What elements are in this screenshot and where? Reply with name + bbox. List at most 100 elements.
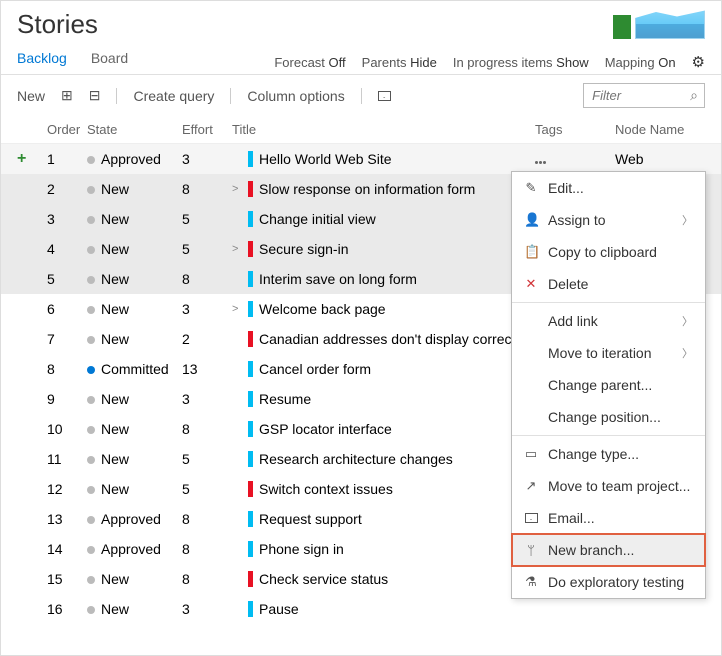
cell-title[interactable]: Hello World Web Site xyxy=(232,151,535,167)
type-bar xyxy=(248,601,253,617)
col-tags[interactable]: Tags xyxy=(535,122,615,137)
menu-email[interactable]: Email... xyxy=(512,502,705,534)
col-order[interactable]: Order xyxy=(47,122,87,137)
branch-icon: ᛘ xyxy=(524,543,538,558)
mapping-toggle[interactable]: Mapping On xyxy=(605,55,676,70)
filter-input[interactable] xyxy=(584,84,684,107)
column-options-button[interactable]: Column options xyxy=(247,88,344,104)
type-bar xyxy=(248,511,253,527)
cell-order: 8 xyxy=(47,361,87,377)
cell-node: Web xyxy=(615,151,705,167)
menu-assign[interactable]: 👤Assign to〉 xyxy=(512,204,705,236)
cell-title[interactable]: GSP locator interface xyxy=(232,421,535,437)
new-button[interactable]: New xyxy=(17,88,45,104)
menu-move-project[interactable]: ↗Move to team project... xyxy=(512,470,705,502)
type-bar xyxy=(248,421,253,437)
context-menu: ✎Edit... 👤Assign to〉 📋Copy to clipboard … xyxy=(511,171,706,599)
table-row[interactable]: +1Approved3Hello World Web SiteWeb xyxy=(1,144,721,174)
cell-title[interactable]: Interim save on long form xyxy=(232,271,535,287)
cell-state: New xyxy=(87,391,182,407)
menu-copy[interactable]: 📋Copy to clipboard xyxy=(512,236,705,268)
menu-new-branch[interactable]: ᛘNew branch... xyxy=(512,534,705,566)
cell-title[interactable]: >Welcome back page xyxy=(232,301,535,317)
cell-effort: 8 xyxy=(182,271,232,287)
cell-state: New xyxy=(87,601,182,617)
cell-state: New xyxy=(87,241,182,257)
inprogress-toggle[interactable]: In progress items Show xyxy=(453,55,589,70)
cell-title[interactable]: Request support xyxy=(232,511,535,527)
cell-effort: 3 xyxy=(182,391,232,407)
tab-backlog[interactable]: Backlog xyxy=(17,50,67,74)
cell-title[interactable]: >Slow response on information form xyxy=(232,181,535,197)
cell-state: New xyxy=(87,421,182,437)
create-query-button[interactable]: Create query xyxy=(133,88,214,104)
cell-order: 2 xyxy=(47,181,87,197)
cell-title[interactable]: Research architecture changes xyxy=(232,451,535,467)
cell-title[interactable]: Canadian addresses don't display correct… xyxy=(232,331,535,347)
email-icon[interactable] xyxy=(378,88,391,104)
expand-icon[interactable]: ⊞ xyxy=(61,87,73,104)
type-bar xyxy=(248,541,253,557)
cell-title[interactable]: Pause xyxy=(232,601,535,617)
cell-order: 16 xyxy=(47,601,87,617)
cell-effort: 5 xyxy=(182,451,232,467)
pencil-icon: ✎ xyxy=(524,180,538,196)
cell-effort: 8 xyxy=(182,181,232,197)
collapse-icon[interactable]: ⊟ xyxy=(89,87,101,104)
menu-change-position[interactable]: Change position... xyxy=(512,401,705,433)
col-effort[interactable]: Effort xyxy=(182,122,232,137)
type-bar xyxy=(248,481,253,497)
more-icon[interactable] xyxy=(535,161,546,164)
cell-title[interactable]: Resume xyxy=(232,391,535,407)
chevron-right-icon: 〉 xyxy=(682,313,693,329)
cell-effort: 3 xyxy=(182,301,232,317)
cell-order: 4 xyxy=(47,241,87,257)
person-icon: 👤 xyxy=(524,212,538,228)
col-node[interactable]: Node Name xyxy=(615,122,705,137)
move-project-icon: ↗ xyxy=(524,478,538,494)
cell-state: Committed xyxy=(87,361,182,377)
tab-board[interactable]: Board xyxy=(91,50,128,74)
grid-header: Order State Effort Title Tags Node Name xyxy=(1,116,721,144)
cell-order: 13 xyxy=(47,511,87,527)
menu-edit[interactable]: ✎Edit... xyxy=(512,172,705,204)
menu-exploratory-testing[interactable]: ⚗Do exploratory testing xyxy=(512,566,705,598)
cell-order: 10 xyxy=(47,421,87,437)
type-bar xyxy=(248,301,253,317)
settings-gear-icon[interactable]: ⚙ xyxy=(692,53,705,71)
cell-order: 5 xyxy=(47,271,87,287)
cell-order: 9 xyxy=(47,391,87,407)
forecast-toggle[interactable]: Forecast Off xyxy=(274,55,345,70)
cell-state: Approved xyxy=(87,151,182,167)
col-title[interactable]: Title xyxy=(232,122,535,137)
filter-box[interactable]: ⌕ xyxy=(583,83,705,108)
add-icon[interactable]: + xyxy=(17,150,26,167)
cell-tags xyxy=(535,151,615,167)
cell-state: New xyxy=(87,481,182,497)
menu-change-type[interactable]: ▭Change type... xyxy=(512,438,705,470)
cell-title[interactable]: >Secure sign-in xyxy=(232,241,535,257)
type-bar xyxy=(248,211,253,227)
menu-add-link[interactable]: Add link〉 xyxy=(512,305,705,337)
page-title: Stories xyxy=(17,9,98,40)
cell-state: New xyxy=(87,211,182,227)
cell-state: New xyxy=(87,331,182,347)
menu-change-parent[interactable]: Change parent... xyxy=(512,369,705,401)
type-bar xyxy=(248,151,253,167)
cell-title[interactable]: Check service status xyxy=(232,571,535,587)
chevron-right-icon: 〉 xyxy=(682,212,693,228)
cell-title[interactable]: Change initial view xyxy=(232,211,535,227)
menu-move-iteration[interactable]: Move to iteration〉 xyxy=(512,337,705,369)
col-state[interactable]: State xyxy=(87,122,182,137)
cell-state: New xyxy=(87,571,182,587)
chevron-right-icon: 〉 xyxy=(682,345,693,361)
cell-title[interactable]: Switch context issues xyxy=(232,481,535,497)
parents-toggle[interactable]: Parents Hide xyxy=(362,55,437,70)
cell-effort: 8 xyxy=(182,511,232,527)
menu-delete[interactable]: ✕Delete xyxy=(512,268,705,300)
cell-title[interactable]: Phone sign in xyxy=(232,541,535,557)
cell-order: 3 xyxy=(47,211,87,227)
cell-state: New xyxy=(87,451,182,467)
search-icon[interactable]: ⌕ xyxy=(684,87,704,104)
cell-title[interactable]: Cancel order form xyxy=(232,361,535,377)
